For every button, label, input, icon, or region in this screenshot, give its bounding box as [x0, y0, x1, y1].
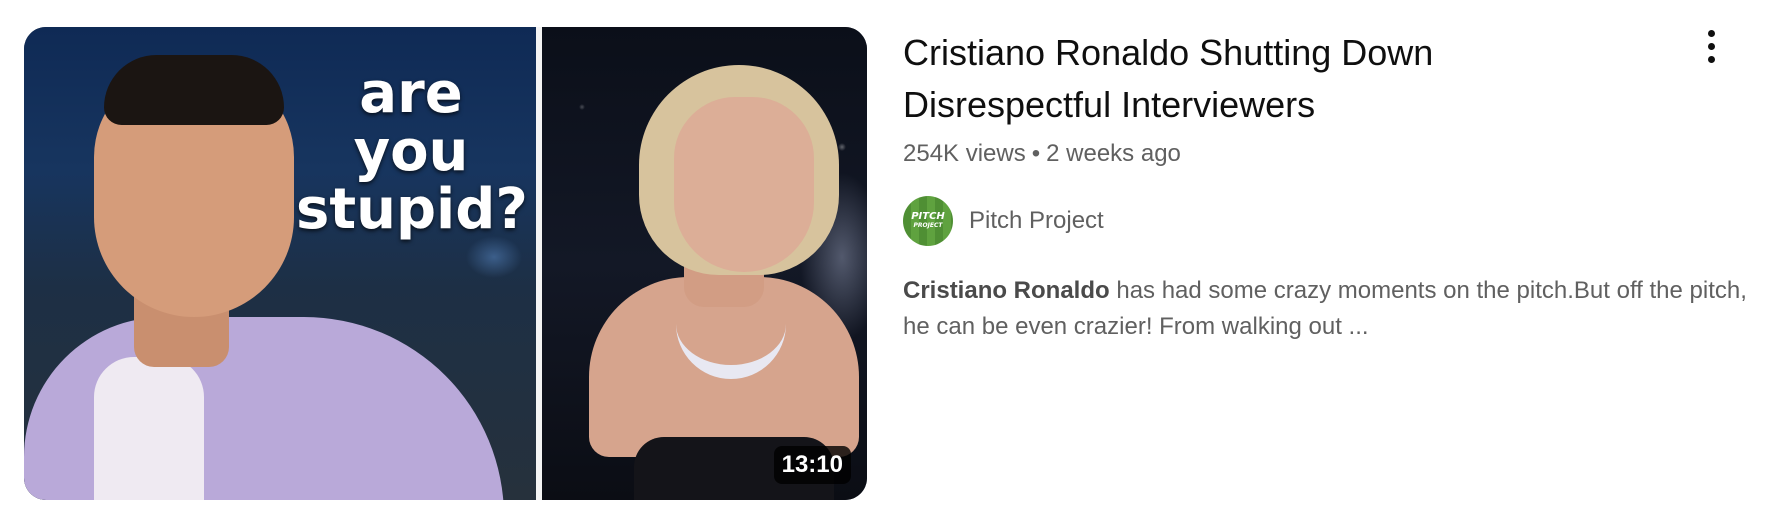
avatar-text-line1: PITCH: [911, 211, 945, 222]
upload-age: 2 weeks ago: [1046, 140, 1181, 167]
channel-name[interactable]: Pitch Project: [969, 207, 1104, 235]
video-metadata: 254K views • 2 weeks ago: [903, 137, 1753, 171]
thumbnail-caption: are you stupid?: [296, 61, 528, 242]
channel-avatar[interactable]: PITCH PROJECT: [903, 196, 953, 246]
duration-badge: 13:10: [773, 446, 851, 484]
more-vertical-icon[interactable]: [1696, 26, 1726, 66]
view-count: 254K views: [903, 140, 1026, 167]
video-result: are you stupid? 13:10 Cristiano Ronaldo …: [0, 0, 1774, 514]
video-thumbnail[interactable]: are you stupid? 13:10: [24, 27, 867, 500]
video-description-snippet: Cristiano Ronaldo has had some crazy mom…: [903, 273, 1753, 345]
thumbnail-person-right-head: [674, 97, 814, 272]
video-title[interactable]: Cristiano Ronaldo Shutting Down Disrespe…: [903, 27, 1543, 131]
metadata-separator: •: [1031, 140, 1041, 167]
avatar-text-line2: PROJECT: [913, 222, 943, 229]
menu-dot: [1707, 42, 1715, 50]
menu-dot: [1707, 29, 1715, 37]
video-details: Cristiano Ronaldo Shutting Down Disrespe…: [903, 27, 1753, 345]
channel-link[interactable]: PITCH PROJECT Pitch Project: [903, 195, 1753, 247]
description-highlight: Cristiano Ronaldo: [903, 277, 1110, 304]
menu-dot: [1707, 55, 1715, 63]
thumbnail-person-left-hair: [104, 55, 284, 125]
thumbnail-person-left-shirt: [94, 357, 204, 500]
